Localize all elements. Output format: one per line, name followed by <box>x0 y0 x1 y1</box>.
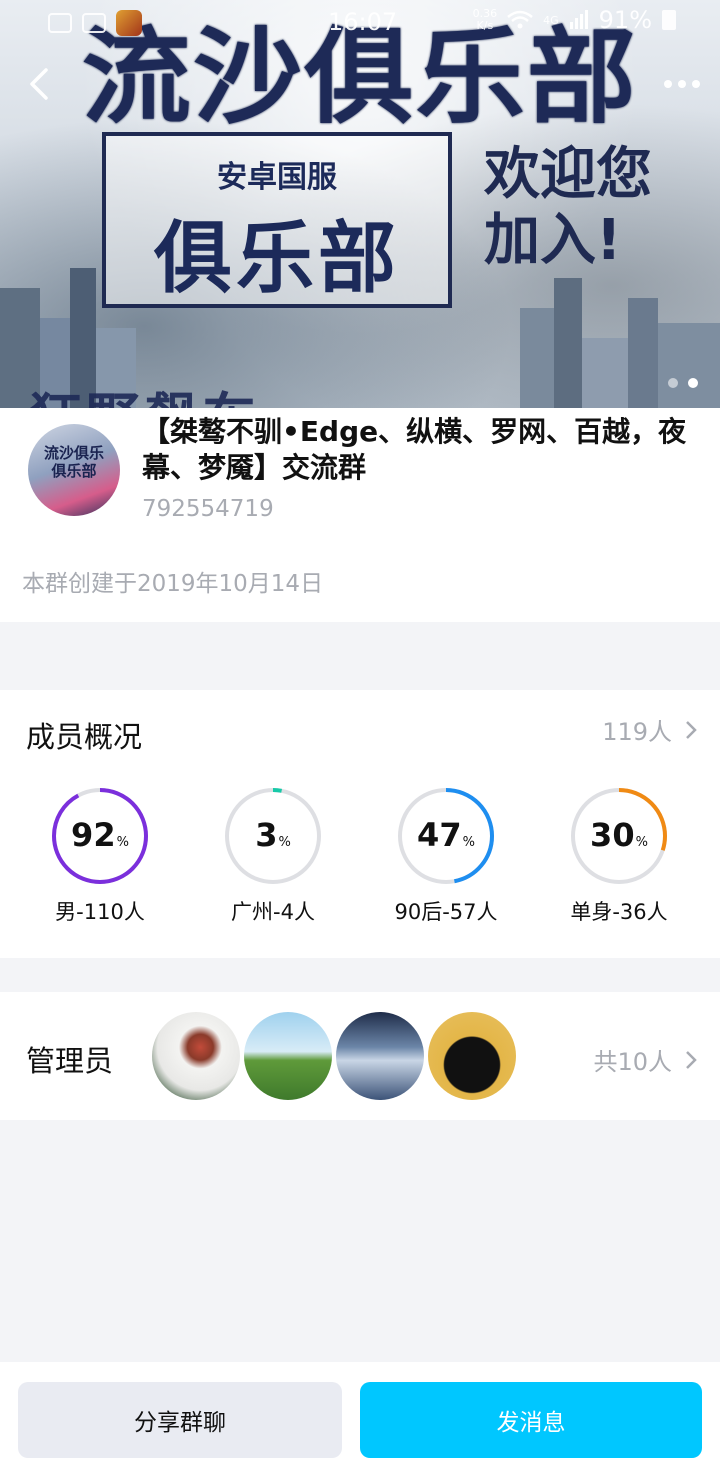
signal-icon <box>569 10 588 29</box>
banner-sub-title: 安卓国服 <box>217 160 337 195</box>
stat-label: 广州-4人 <box>231 900 315 924</box>
stat-percent-value: 3 <box>255 816 278 854</box>
net-speed: 0.36 K/s <box>472 7 498 32</box>
stat-label: 男-110人 <box>55 900 145 924</box>
status-bar: 16:07 0.36 K/s 4G 91% <box>0 0 720 44</box>
stat-percent: 47% <box>396 816 496 854</box>
admin-avatar-grassland[interactable] <box>244 1012 332 1100</box>
stat-percent-unit: % <box>116 835 129 850</box>
stat-percent-unit: % <box>278 835 291 850</box>
member-stat-3: 30% 单身-36人 <box>549 786 689 926</box>
stat-percent-value: 30 <box>590 816 635 854</box>
more-options-icon[interactable] <box>662 72 702 96</box>
members-count-link[interactable]: 119人 <box>602 712 698 747</box>
stat-label: 90后-57人 <box>394 900 498 924</box>
group-avatar-text-line1: 流沙俱乐 <box>43 444 104 462</box>
banner-bottom-text: 狂野飙车 <box>28 374 260 408</box>
banner-welcome: 欢迎您 加入! <box>484 142 674 274</box>
member-stat-0: 92% 男-110人 <box>30 786 170 926</box>
page-dot-active <box>688 378 698 388</box>
banner-page-indicator <box>668 378 698 388</box>
stat-ring: 3% <box>223 786 323 886</box>
stat-ring: 47% <box>396 786 496 886</box>
page-dot <box>668 378 678 388</box>
group-banner: 流沙俱乐部 安卓国服 俱乐部 欢迎您 加入! 狂野飙车 16:07 0.36K/… <box>0 0 720 408</box>
network-type: 4G <box>543 13 559 27</box>
stat-percent: 92% <box>50 816 150 854</box>
admin-avatar-bird[interactable] <box>152 1012 240 1100</box>
battery-percent: 91% <box>598 6 652 34</box>
stat-ring: 92% <box>50 786 150 886</box>
gamepad-icon <box>48 13 72 33</box>
members-overview[interactable]: 成员概况 119人 92% 男-110人 3% 广州-4人 47% 90后-57人 30% 单… <box>0 690 720 958</box>
group-info-card: 流沙俱乐 俱乐部 【桀骜不驯•Edge、纵横、罗网、百越，夜幕、梦魇】交流群 7… <box>0 408 720 622</box>
stat-label: 单身-36人 <box>570 900 668 924</box>
stat-ring: 30% <box>569 786 669 886</box>
battery-icon <box>662 10 676 30</box>
stat-percent-unit: % <box>462 835 475 850</box>
banner-welcome-line2: 加入! <box>484 208 622 273</box>
status-left-icons <box>48 10 142 36</box>
admins-title: 管理员 <box>26 1044 114 1078</box>
back-arrow-icon[interactable] <box>24 64 56 104</box>
group-avatar[interactable]: 流沙俱乐 俱乐部 <box>28 424 120 516</box>
status-time: 16:07 <box>328 8 398 36</box>
members-title: 成员概况 <box>26 720 143 754</box>
group-avatar-text-line2: 俱乐部 <box>51 462 97 480</box>
picture-icon <box>82 13 106 33</box>
group-name: 【桀骜不驯•Edge、纵横、罗网、百越，夜幕、梦魇】交流群 <box>142 415 687 484</box>
game-app-icon <box>116 10 142 36</box>
admins-count-link[interactable]: 共10人 <box>593 1042 698 1077</box>
send-message-button[interactable]: 发消息 <box>360 1382 702 1458</box>
group-id: 792554719 <box>142 496 274 522</box>
admin-avatar-black-cat[interactable] <box>428 1012 516 1100</box>
chevron-right-icon <box>686 1050 697 1069</box>
chevron-right-icon <box>686 720 697 739</box>
bottom-action-bar: 分享群聊 发消息 <box>0 1362 720 1480</box>
member-stat-2: 47% 90后-57人 <box>376 786 516 926</box>
banner-welcome-line1: 欢迎您 <box>484 142 652 207</box>
stat-percent-value: 47 <box>417 816 462 854</box>
group-created-date: 本群创建于2019年10月14日 <box>22 571 324 597</box>
group-avatar-text: 流沙俱乐 俱乐部 <box>38 444 110 480</box>
stat-percent: 30% <box>569 816 669 854</box>
admin-avatar-sky[interactable] <box>336 1012 424 1100</box>
stat-percent-unit: % <box>635 835 648 850</box>
wifi-icon <box>507 10 533 29</box>
stat-percent-value: 92 <box>71 816 116 854</box>
members-count: 119人 <box>602 718 672 746</box>
stat-percent: 3% <box>223 816 323 854</box>
banner-club-box: 安卓国服 俱乐部 <box>102 132 452 308</box>
admin-avatars <box>152 1012 516 1100</box>
share-group-button[interactable]: 分享群聊 <box>18 1382 342 1458</box>
banner-club-word: 俱乐部 <box>153 214 400 304</box>
admins-count: 共10人 <box>593 1048 672 1076</box>
status-right-icons: 0.36 K/s 4G 91% <box>473 6 676 34</box>
admins-section[interactable]: 管理员 共10人 <box>0 992 720 1120</box>
member-stat-1: 3% 广州-4人 <box>203 786 343 926</box>
